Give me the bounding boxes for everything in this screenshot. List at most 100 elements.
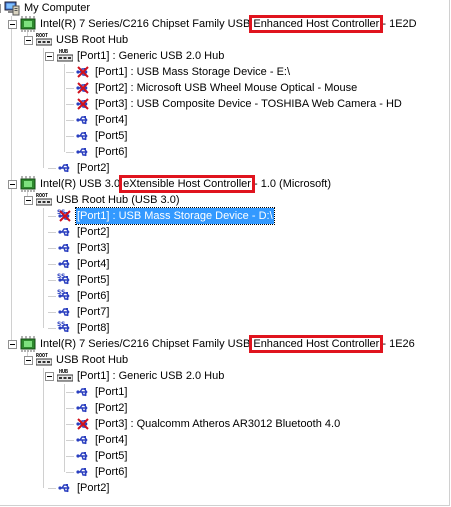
node-label: [Port1] : USB Mass Storage Device - D:\ (75, 207, 275, 225)
node-label: [Port5] (77, 274, 110, 286)
node-label: [Port1] : Generic USB 2.0 Hub (77, 370, 225, 382)
node-label: [Port1] (95, 386, 128, 398)
controller-icon (20, 16, 36, 32)
hub-port-1-6[interactable]: [Port6] (75, 144, 128, 160)
node-label: [Port3] : Qualcomm Atheros AR3012 Blueto… (95, 418, 341, 430)
usb-port-icon (75, 384, 91, 400)
usb3-port-1[interactable]: SS[Port1] : USB Mass Storage Device - D:… (57, 207, 275, 225)
node-label: Intel(R) 7 Series/C216 Chipset Family US… (40, 18, 417, 30)
hub-port-3-2[interactable]: [Port2] (75, 400, 128, 416)
collapse-toggle-icon[interactable] (45, 52, 54, 61)
usb3-port-3[interactable]: [Port3] (57, 240, 110, 256)
usb-port-icon (57, 240, 73, 256)
usb3-port-7[interactable]: [Port7] (57, 304, 110, 320)
root-hub-3[interactable]: ROOT USB Root Hub (36, 352, 129, 368)
collapse-toggle-icon[interactable] (24, 196, 33, 205)
hub-port-1-5[interactable]: [Port5] (75, 128, 128, 144)
usb3-port-5[interactable]: SS [Port5] (57, 272, 110, 288)
hub-icon: HUB (57, 368, 73, 384)
node-label: [Port4] (95, 114, 128, 126)
usb-port-icon (57, 480, 73, 496)
controller-1[interactable]: Intel(R) 7 Series/C216 Chipset Family US… (20, 16, 418, 32)
hub-port-1-1[interactable]: [Port1] : USB Mass Storage Device - E:\ (75, 64, 291, 80)
node-label: USB Root Hub (56, 34, 129, 46)
node-label: [Port3] (77, 242, 110, 254)
usb3-port-icon: SS (57, 272, 73, 288)
node-label: [Port4] (95, 434, 128, 446)
usb-port-icon (75, 400, 91, 416)
usb3-device-icon: SS (57, 208, 73, 224)
usb-port-icon (57, 256, 73, 272)
node-label: [Port2] (77, 162, 110, 174)
tree-root-my-computer[interactable]: My Computer (4, 0, 91, 16)
node-label: [Port6] (95, 146, 128, 158)
usb3-port-8[interactable]: SS [Port8] (57, 320, 110, 336)
hub-icon: HUB (57, 48, 73, 64)
hub-port-3-3[interactable]: [Port3] : Qualcomm Atheros AR3012 Blueto… (75, 416, 341, 432)
usb-port-icon (75, 128, 91, 144)
usb-port-icon (57, 160, 73, 176)
usb-port-icon (75, 448, 91, 464)
node-label: Intel(R) USB 3.0 eXtensible Host Control… (40, 178, 331, 190)
node-label: [Port6] (95, 466, 128, 478)
computer-icon (4, 0, 20, 16)
usb-port-icon (75, 112, 91, 128)
hub-port-1-4[interactable]: [Port4] (75, 112, 128, 128)
svg-text:HUB: HUB (59, 369, 68, 375)
hub-port-1-3[interactable]: [Port3] : USB Composite Device - TOSHIBA… (75, 96, 403, 112)
collapse-toggle-icon[interactable] (8, 340, 17, 349)
node-label: Intel(R) 7 Series/C216 Chipset Family US… (40, 338, 415, 350)
node-label: [Port2] (95, 402, 128, 414)
generic-hub-3[interactable]: HUB [Port1] : Generic USB 2.0 Hub (57, 368, 225, 384)
collapse-toggle-icon[interactable] (45, 372, 54, 381)
usb-port-icon (75, 144, 91, 160)
hub-port-3-5[interactable]: [Port5] (75, 448, 128, 464)
generic-hub-1[interactable]: HUB [Port1] : Generic USB 2.0 Hub (57, 48, 225, 64)
root-hub-icon: ROOT (36, 192, 52, 208)
root-hub-1[interactable]: ROOT USB Root Hub (36, 32, 129, 48)
node-label: [Port1] : USB Mass Storage Device - E:\ (95, 66, 291, 78)
node-label: [Port6] (77, 290, 110, 302)
controller-3[interactable]: Intel(R) 7 Series/C216 Chipset Family US… (20, 336, 416, 352)
hub-port-3-6[interactable]: [Port6] (75, 464, 128, 480)
root-port-1-2[interactable]: [Port2] (57, 160, 110, 176)
usb-device-tree[interactable]: My Computer Intel(R) 7 Series/C216 Chipse… (0, 0, 449, 505)
node-label: [Port5] (95, 450, 128, 462)
collapse-toggle-icon[interactable] (8, 180, 17, 189)
controller-icon (20, 336, 36, 352)
hub-port-3-1[interactable]: [Port1] (75, 384, 128, 400)
usb3-port-icon: SS (57, 320, 73, 336)
collapse-toggle-icon[interactable] (24, 356, 33, 365)
hub-port-3-4[interactable]: [Port4] (75, 432, 128, 448)
controller-icon (20, 176, 36, 192)
node-label: [Port2] : Microsoft USB Wheel Mouse Opti… (95, 82, 358, 94)
root-hub-2[interactable]: ROOT USB Root Hub (USB 3.0) (36, 192, 181, 208)
svg-text:ROOT: ROOT (36, 193, 48, 199)
usb3-port-4[interactable]: [Port4] (57, 256, 110, 272)
usb3-port-icon: SS (57, 288, 73, 304)
node-label: [Port4] (77, 258, 110, 270)
collapse-toggle-icon[interactable] (8, 20, 17, 29)
root-hub-icon: ROOT (36, 32, 52, 48)
controller-2[interactable]: Intel(R) USB 3.0 eXtensible Host Control… (20, 176, 332, 192)
usb-port-icon (75, 464, 91, 480)
node-label: [Port2] (77, 482, 110, 494)
hub-port-1-2[interactable]: [Port2] : Microsoft USB Wheel Mouse Opti… (75, 80, 358, 96)
node-label: [Port2] (77, 226, 110, 238)
svg-text:ROOT: ROOT (36, 353, 48, 359)
node-label: [Port1] : Generic USB 2.0 Hub (77, 50, 225, 62)
usb-port-icon (75, 432, 91, 448)
node-label: [Port7] (77, 306, 110, 318)
svg-text:HUB: HUB (59, 49, 68, 55)
svg-text:ROOT: ROOT (36, 33, 48, 39)
node-label: [Port5] (95, 130, 128, 142)
node-label: USB Root Hub (USB 3.0) (56, 194, 180, 206)
root-port-3-2[interactable]: [Port2] (57, 480, 110, 496)
collapse-toggle-icon[interactable] (24, 36, 33, 45)
root-hub-icon: ROOT (36, 352, 52, 368)
node-label: [Port8] (77, 322, 110, 334)
collapse-toggle-icon[interactable] (0, 4, 1, 13)
usb-port-icon (57, 304, 73, 320)
usb3-port-2[interactable]: [Port2] (57, 224, 110, 240)
usb3-port-6[interactable]: SS [Port6] (57, 288, 110, 304)
